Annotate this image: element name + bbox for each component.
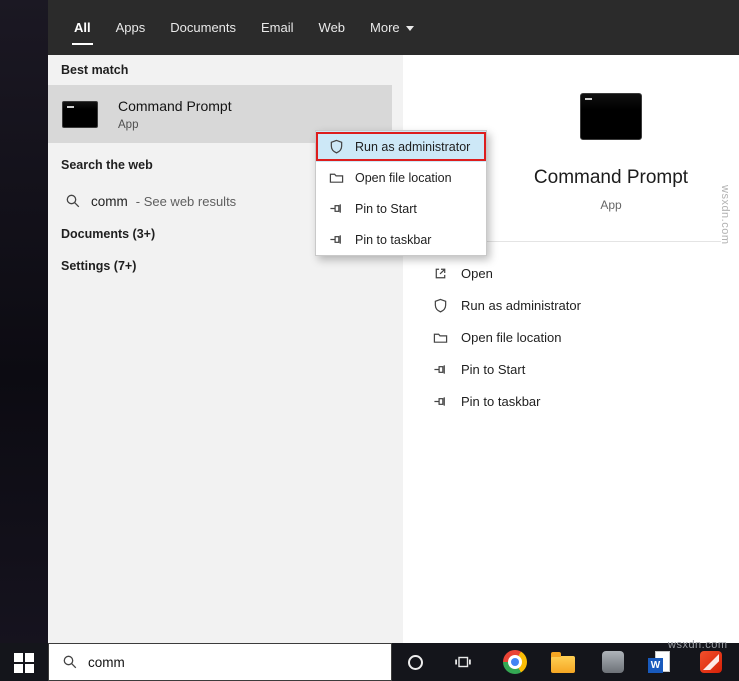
tab-more-label: More bbox=[370, 20, 400, 35]
task-view-button[interactable] bbox=[450, 649, 476, 675]
pin-icon bbox=[434, 364, 445, 374]
taskbar-search-box[interactable] bbox=[48, 643, 392, 681]
red-app-icon bbox=[700, 651, 722, 673]
preview-action-label: Run as administrator bbox=[461, 297, 581, 313]
menu-item-pin-to-taskbar[interactable]: Pin to taskbar bbox=[316, 224, 486, 255]
task-view-icon bbox=[455, 656, 471, 668]
web-suggestion-hint: - See web results bbox=[135, 193, 237, 209]
tab-web[interactable]: Web bbox=[319, 20, 346, 35]
menu-item-open-file-location[interactable]: Open file location bbox=[316, 162, 486, 193]
search-filter-bar: All Apps Documents Email Web More bbox=[48, 0, 739, 55]
search-icon bbox=[66, 194, 80, 208]
pinned-app-button-2[interactable] bbox=[698, 649, 724, 675]
search-icon bbox=[63, 655, 77, 669]
pin-icon bbox=[434, 396, 445, 406]
preview-action-open-file-location[interactable]: Open file location bbox=[403, 321, 739, 353]
settings-section-header[interactable]: Settings (7+) bbox=[61, 259, 136, 273]
preview-action-pin-taskbar[interactable]: Pin to taskbar bbox=[403, 385, 739, 417]
command-prompt-icon bbox=[62, 100, 98, 128]
word-button[interactable]: W bbox=[647, 649, 673, 675]
shield-icon bbox=[330, 139, 343, 154]
tab-all[interactable]: All bbox=[72, 20, 93, 45]
watermark: wsxdn.com bbox=[668, 639, 728, 651]
preview-action-run-admin[interactable]: Run as administrator bbox=[403, 289, 739, 321]
preview-subtitle: App bbox=[600, 198, 622, 212]
preview-action-label: Pin to Start bbox=[461, 361, 526, 377]
shield-icon bbox=[434, 298, 447, 313]
desktop-background bbox=[0, 0, 48, 681]
tab-email[interactable]: Email bbox=[261, 20, 294, 35]
taskbar: W bbox=[0, 643, 739, 681]
open-icon bbox=[435, 268, 446, 278]
file-explorer-icon bbox=[551, 652, 575, 673]
menu-item-label: Run as administrator bbox=[355, 139, 471, 154]
best-match-header: Best match bbox=[61, 63, 129, 77]
tab-documents[interactable]: Documents bbox=[170, 20, 236, 35]
chrome-button[interactable] bbox=[502, 649, 528, 675]
tab-more[interactable]: More bbox=[370, 20, 414, 35]
best-match-title: Command Prompt bbox=[118, 97, 232, 114]
folder-icon bbox=[433, 333, 448, 343]
preview-action-label: Pin to taskbar bbox=[461, 393, 541, 409]
pin-icon bbox=[330, 204, 341, 213]
menu-item-label: Pin to Start bbox=[355, 201, 417, 216]
file-explorer-button[interactable] bbox=[550, 649, 576, 675]
pin-icon bbox=[330, 235, 341, 244]
tab-apps[interactable]: Apps bbox=[116, 20, 146, 35]
search-web-header: Search the web bbox=[61, 158, 153, 172]
cortana-button[interactable] bbox=[402, 649, 428, 675]
web-suggestion-query: comm bbox=[91, 193, 128, 209]
search-input[interactable] bbox=[88, 654, 358, 670]
cortana-icon bbox=[407, 654, 423, 670]
start-button[interactable] bbox=[14, 653, 34, 673]
preview-action-label: Open bbox=[461, 265, 493, 281]
watermark: wsxdn.com bbox=[719, 185, 731, 245]
preview-title: Command Prompt bbox=[533, 167, 689, 188]
chevron-down-icon bbox=[405, 26, 414, 32]
pinned-app-button[interactable] bbox=[600, 649, 626, 675]
command-prompt-icon-large bbox=[580, 93, 642, 140]
menu-item-label: Pin to taskbar bbox=[355, 232, 432, 247]
menu-item-label: Open file location bbox=[355, 170, 452, 185]
preview-action-open[interactable]: Open bbox=[403, 257, 739, 289]
context-menu: Run as administrator Open file location … bbox=[315, 130, 487, 256]
documents-section-header[interactable]: Documents (3+) bbox=[61, 227, 155, 241]
menu-item-run-as-administrator[interactable]: Run as administrator bbox=[316, 131, 486, 162]
word-icon: W bbox=[647, 649, 673, 675]
preview-action-pin-start[interactable]: Pin to Start bbox=[403, 353, 739, 385]
chrome-icon bbox=[503, 650, 527, 674]
best-match-subtitle: App bbox=[118, 118, 139, 131]
folder-icon bbox=[329, 173, 344, 183]
windows-search-screen: All Apps Documents Email Web More Best m… bbox=[0, 0, 739, 681]
menu-item-pin-to-start[interactable]: Pin to Start bbox=[316, 193, 486, 224]
gray-app-icon bbox=[602, 651, 624, 673]
preview-action-label: Open file location bbox=[461, 329, 562, 345]
